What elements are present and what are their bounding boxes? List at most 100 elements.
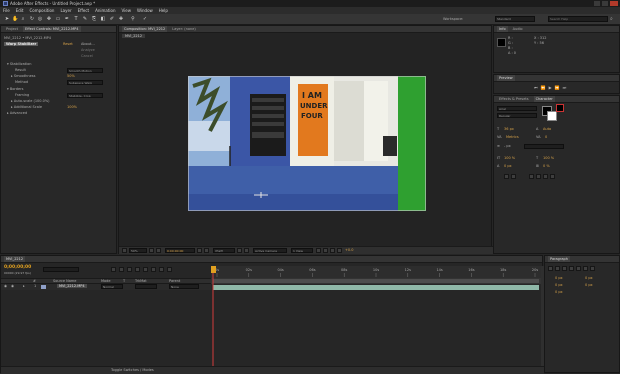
graph-editor-icon[interactable] bbox=[167, 267, 172, 272]
faux-italic-icon[interactable] bbox=[511, 174, 516, 179]
menu-animation[interactable]: Animation bbox=[95, 8, 115, 13]
small-caps-icon[interactable] bbox=[536, 174, 541, 179]
align-left-icon[interactable] bbox=[548, 266, 553, 271]
all-caps-icon[interactable] bbox=[529, 174, 534, 179]
font-style-select[interactable]: Regular bbox=[497, 113, 537, 118]
advanced-group[interactable]: ▸ Advanced bbox=[7, 111, 27, 115]
stabilization-group[interactable]: ▾ Stabilization bbox=[7, 62, 31, 66]
menu-layer[interactable]: Layer bbox=[60, 8, 71, 13]
horizontal-scale-value[interactable]: 100 % bbox=[543, 156, 554, 160]
font-family-select[interactable]: Arial bbox=[497, 106, 537, 111]
kerning-value[interactable]: Metrics bbox=[506, 135, 519, 139]
comp-timecode[interactable]: 0;00;00;00 bbox=[165, 248, 195, 253]
time-graph[interactable]: 0s 02s 04s 06s 08s 10s 12s 14s 16s 18s 20s bbox=[211, 266, 544, 374]
space-before-value[interactable]: 0 px bbox=[555, 283, 563, 287]
borders-group[interactable]: ▾ Borders bbox=[7, 87, 23, 91]
layer-name[interactable]: MVI_2212.MP4 bbox=[57, 284, 87, 288]
additional-scale-value[interactable]: 100% bbox=[67, 105, 77, 109]
zoom-tool-icon[interactable]: ⌕ bbox=[20, 16, 26, 22]
leading-value[interactable]: Auto bbox=[543, 127, 551, 131]
pen-tool-icon[interactable]: ✒ bbox=[64, 16, 70, 22]
selection-tool-icon[interactable]: ➤ bbox=[4, 16, 10, 22]
pan-behind-tool-icon[interactable]: ✥ bbox=[46, 16, 52, 22]
auto-keyframe-icon[interactable] bbox=[159, 267, 164, 272]
flowchart-icon[interactable] bbox=[330, 248, 335, 253]
tab-character[interactable]: Character bbox=[533, 96, 555, 102]
tab-layer[interactable]: Layer: (none) bbox=[170, 26, 197, 32]
transparency-icon[interactable] bbox=[244, 248, 249, 253]
align-right-icon[interactable] bbox=[562, 266, 567, 271]
no-stroke-icon[interactable] bbox=[556, 104, 564, 112]
eraser-tool-icon[interactable]: ◧ bbox=[100, 16, 106, 22]
comp-subtab[interactable]: MVI_2212 bbox=[122, 34, 146, 38]
play-icon[interactable]: ▶ bbox=[549, 85, 552, 90]
first-line-indent-value[interactable]: 0 px bbox=[585, 283, 593, 287]
camera-select[interactable]: Active Camera bbox=[253, 248, 287, 253]
search-help-input[interactable]: Search Help bbox=[548, 16, 608, 22]
toggle-switches-modes[interactable]: Toggle Switches / Modes bbox=[111, 368, 154, 372]
channel-icon[interactable] bbox=[204, 248, 209, 253]
stroke-width-value[interactable]: - px bbox=[504, 144, 511, 148]
timeline-search-input[interactable] bbox=[43, 267, 79, 272]
hand-tool-icon[interactable]: ✋ bbox=[12, 16, 18, 22]
search-icon[interactable]: ⌕ bbox=[610, 16, 613, 22]
timeline-timecode[interactable]: 0;00;00;00 bbox=[4, 265, 31, 270]
tab-info[interactable]: Info bbox=[497, 26, 508, 32]
menu-view[interactable]: View bbox=[122, 8, 132, 13]
space-after-value[interactable]: 0 px bbox=[555, 290, 563, 294]
roto-tool-icon[interactable]: ✐ bbox=[109, 16, 115, 22]
font-size-value[interactable]: 36 px bbox=[504, 127, 514, 131]
indent-left-value[interactable]: 0 px bbox=[555, 276, 563, 280]
close-icon[interactable] bbox=[610, 1, 618, 6]
justify-left-icon[interactable] bbox=[569, 266, 574, 271]
camera-tool-icon[interactable]: ◎ bbox=[37, 16, 43, 22]
tab-project[interactable]: Project bbox=[4, 26, 20, 32]
rotate-tool-icon[interactable]: ↻ bbox=[29, 16, 35, 22]
auto-scale-group[interactable]: ▸ Auto-scale (100.0%) bbox=[11, 99, 50, 103]
views-select[interactable]: 1 View bbox=[291, 248, 313, 253]
last-frame-icon[interactable]: ⏭ bbox=[563, 85, 567, 90]
minimize-icon[interactable] bbox=[594, 1, 600, 6]
cancel-button[interactable]: Cancel bbox=[81, 54, 93, 58]
menu-effect[interactable]: Effect bbox=[78, 8, 90, 13]
justify-right-icon[interactable] bbox=[583, 266, 588, 271]
smoothness-value[interactable]: 50% bbox=[67, 74, 75, 78]
composition-viewer[interactable]: I AM UNDER FOUR bbox=[188, 76, 426, 211]
stroke-type-select[interactable] bbox=[524, 144, 564, 149]
shape-tool-icon[interactable]: ▭ bbox=[55, 16, 61, 22]
framing-select[interactable]: Stabilize, Crop bbox=[67, 93, 103, 98]
vertical-scale-value[interactable]: 100 % bbox=[504, 156, 515, 160]
menu-file[interactable]: File bbox=[3, 8, 10, 13]
tab-audio[interactable]: Audio bbox=[511, 26, 525, 32]
expand-layer-icon[interactable]: ▸ bbox=[23, 284, 25, 288]
clone-tool-icon[interactable]: ⎘ bbox=[91, 16, 97, 22]
workspace-select[interactable]: Standard bbox=[495, 16, 535, 22]
method-select[interactable]: Subspace Warp bbox=[67, 80, 103, 85]
layer-row[interactable]: ◉ ◉ ▸ 1 MVI_2212.MP4 Normal None bbox=[1, 284, 211, 290]
snapshot-icon[interactable] bbox=[197, 248, 202, 253]
baseline-value[interactable]: 0 px bbox=[504, 164, 512, 168]
menu-edit[interactable]: Edit bbox=[16, 8, 24, 13]
exposure-value[interactable]: +0.0 bbox=[345, 248, 354, 252]
indent-right-value[interactable]: 0 px bbox=[585, 276, 593, 280]
motion-blur-icon[interactable] bbox=[143, 267, 148, 272]
effect-name[interactable]: Warp Stabilizer bbox=[4, 42, 39, 46]
tab-preview[interactable]: Preview bbox=[497, 75, 515, 81]
result-select[interactable]: Smooth Motion bbox=[67, 68, 103, 73]
resolution-icon[interactable] bbox=[122, 248, 127, 253]
faux-bold-icon[interactable] bbox=[504, 174, 509, 179]
layer-mode-select[interactable]: Normal bbox=[101, 284, 123, 289]
tab-effects-presets[interactable]: Effects & Presets bbox=[497, 96, 531, 102]
zoom-select[interactable]: 50% bbox=[129, 248, 147, 253]
prev-frame-icon[interactable]: ⏪ bbox=[541, 85, 546, 90]
quality-select[interactable]: (Half) bbox=[213, 248, 235, 253]
fast-preview-icon[interactable] bbox=[316, 248, 321, 253]
frame-blending-icon[interactable] bbox=[135, 267, 140, 272]
type-tool-icon[interactable]: T bbox=[73, 16, 79, 22]
snap-icon[interactable]: ⚲ bbox=[130, 16, 136, 22]
tracking-value[interactable]: 0 bbox=[545, 135, 547, 139]
region-icon[interactable] bbox=[237, 248, 242, 253]
justify-center-icon[interactable] bbox=[576, 266, 581, 271]
mask-icon[interactable] bbox=[156, 248, 161, 253]
first-frame-icon[interactable]: ⏮ bbox=[534, 85, 538, 90]
